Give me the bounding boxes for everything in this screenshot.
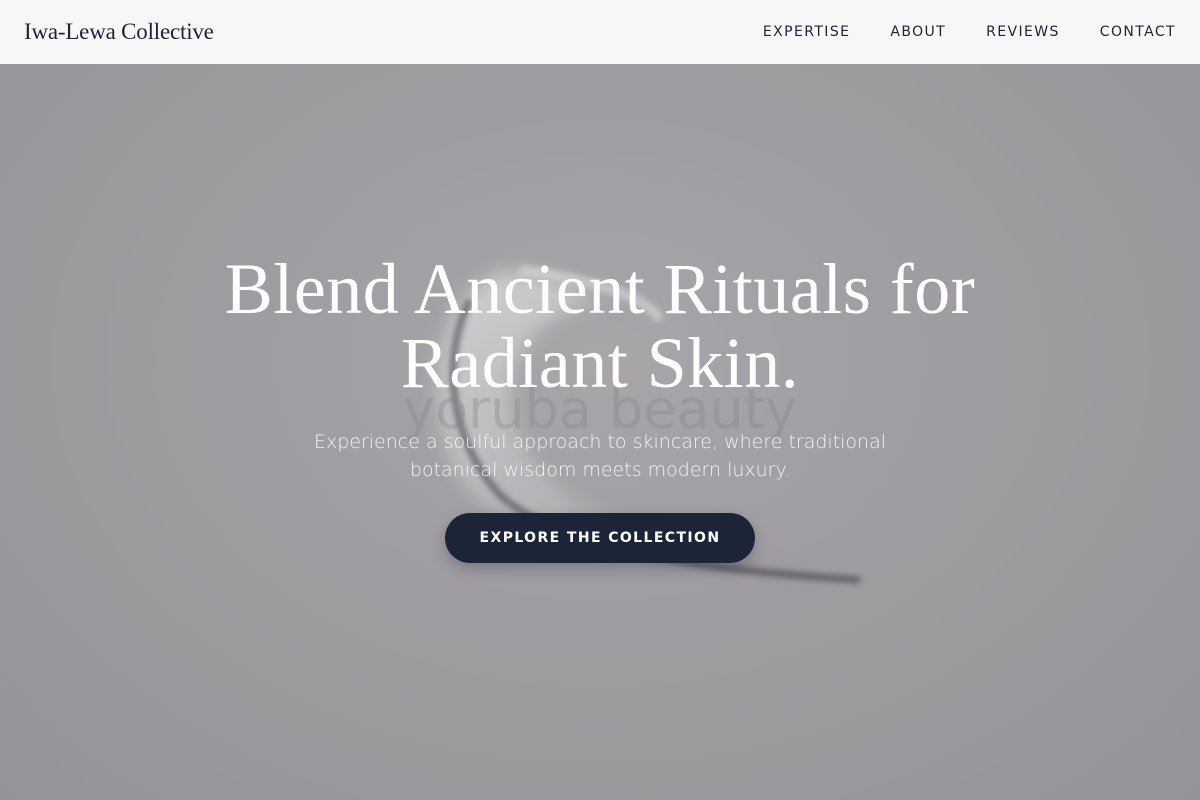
- hero-subtext: Experience a soulful approach to skincar…: [313, 431, 887, 481]
- brand-logo-link[interactable]: Iwa-Lewa Collective: [24, 19, 214, 45]
- nav-link-reviews[interactable]: REVIEWS: [986, 24, 1060, 40]
- top-navbar: Iwa-Lewa Collective EXPERTISE ABOUT REVI…: [0, 0, 1200, 64]
- hero-headline: Blend Ancient Rituals for Radiant Skin.: [224, 249, 976, 403]
- main-nav: EXPERTISE ABOUT REVIEWS CONTACT: [763, 24, 1176, 40]
- nav-link-about[interactable]: ABOUT: [890, 24, 946, 40]
- hero-content: Blend Ancient Rituals for Radiant Skin. …: [0, 252, 1200, 563]
- explore-collection-button[interactable]: EXPLORE THE COLLECTION: [445, 513, 755, 563]
- hero-section: yoruba beauty Blend Ancient Rituals for …: [0, 0, 1200, 800]
- nav-link-expertise[interactable]: EXPERTISE: [763, 24, 850, 40]
- nav-link-contact[interactable]: CONTACT: [1100, 24, 1176, 40]
